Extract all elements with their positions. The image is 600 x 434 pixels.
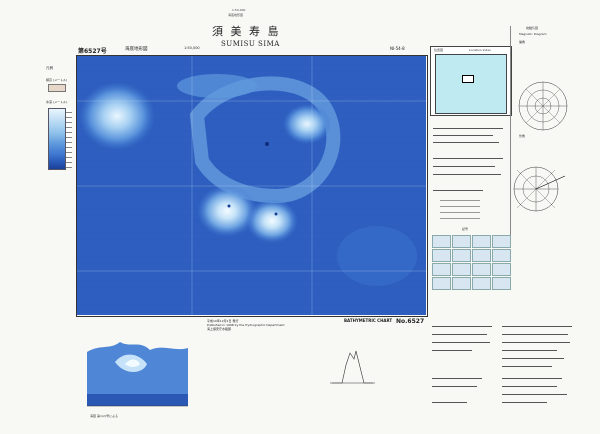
island-profile <box>330 350 375 384</box>
perspective-diagram <box>85 332 190 412</box>
summit-mark <box>227 204 231 208</box>
sheet-number-bottom: No.6527 <box>396 318 425 325</box>
depth-color-bar <box>48 108 66 170</box>
elevation-title: 標高 (メートル) <box>46 78 68 82</box>
elevation-swatch <box>48 84 66 92</box>
symbol-swatch <box>472 249 491 262</box>
southeast-slope <box>337 226 417 286</box>
symbol-swatch <box>432 277 451 290</box>
symbol-swatch <box>432 263 451 276</box>
symbols-table: 記号 <box>432 227 512 293</box>
crater-mark <box>265 142 269 146</box>
legend-heading: 凡例 <box>46 66 53 70</box>
bathymetric-map[interactable] <box>77 56 426 315</box>
magnetic-panel: 地磁気図 Magnetic Diagram 偏角 伏角 <box>510 26 581 246</box>
symbol-swatch <box>492 277 511 290</box>
map-sheet: 1:50,000 海底地形図 須 美 寿 島 SUMISU SIMA 第6527… <box>0 0 600 434</box>
index-sea-area <box>435 54 507 114</box>
northwest-seamount <box>79 82 155 150</box>
summit-mark-east <box>274 212 278 216</box>
sheet-number: 第6527号 <box>78 48 107 55</box>
sumisu-island-east <box>246 199 298 243</box>
sheet-code: NI-54-8 <box>390 46 405 51</box>
location-index-box: 位置図 Location Index <box>430 46 512 116</box>
symbol-swatch <box>452 263 471 276</box>
map-title-japanese: 須 美 寿 島 <box>212 25 281 38</box>
depth-ticks <box>66 108 72 168</box>
diagram-caption: 海図 第1(2)号による <box>90 414 119 418</box>
symbol-swatch <box>472 277 491 290</box>
symbol-swatch <box>492 235 511 248</box>
symbol-swatch <box>492 263 511 276</box>
scale-header-small: 1:50,000 <box>232 8 246 12</box>
symbol-swatch <box>492 249 511 262</box>
sheet-location-marker <box>462 75 474 83</box>
symbol-swatch <box>452 277 471 290</box>
polar-diagram-1 <box>518 81 568 131</box>
map-type-header-small: 海底地形図 <box>228 13 244 17</box>
symbol-swatch <box>472 263 491 276</box>
symbol-swatch <box>432 249 451 262</box>
map-type-label: 海底地形図 <box>125 47 148 52</box>
north-ridge <box>177 74 257 98</box>
depth-title: 水深 (メートル) <box>46 100 68 104</box>
index-subtitle: Location Index <box>469 48 491 52</box>
symbol-swatch <box>452 235 471 248</box>
polar-diagram-2 <box>513 166 566 212</box>
symbol-swatch <box>472 235 491 248</box>
inclination-label: 伏角 <box>519 134 526 138</box>
symbol-swatch <box>452 249 471 262</box>
magnetic-title: 地磁気図 <box>526 26 539 30</box>
map-title-romaji: SUMISU SIMA <box>221 40 280 48</box>
notes-bottom-right <box>432 318 592 423</box>
scale-label: 1:50,000 <box>184 46 200 50</box>
declination-label: 偏角 <box>519 40 526 44</box>
imprint-block: 平成10年12月1日 発行 Published in 1998 by the H… <box>207 319 285 331</box>
bathymetric-chart-label: BATHYMETRIC CHART <box>344 318 393 323</box>
index-title: 位置図 <box>434 48 444 52</box>
magnetic-subtitle: Magnetic Diagram <box>519 32 547 36</box>
symbol-swatch <box>432 235 451 248</box>
symbols-title: 記号 <box>462 227 469 231</box>
northeast-knoll <box>283 104 331 144</box>
imprint-line-3: 海上保安庁水路部 <box>207 327 232 331</box>
